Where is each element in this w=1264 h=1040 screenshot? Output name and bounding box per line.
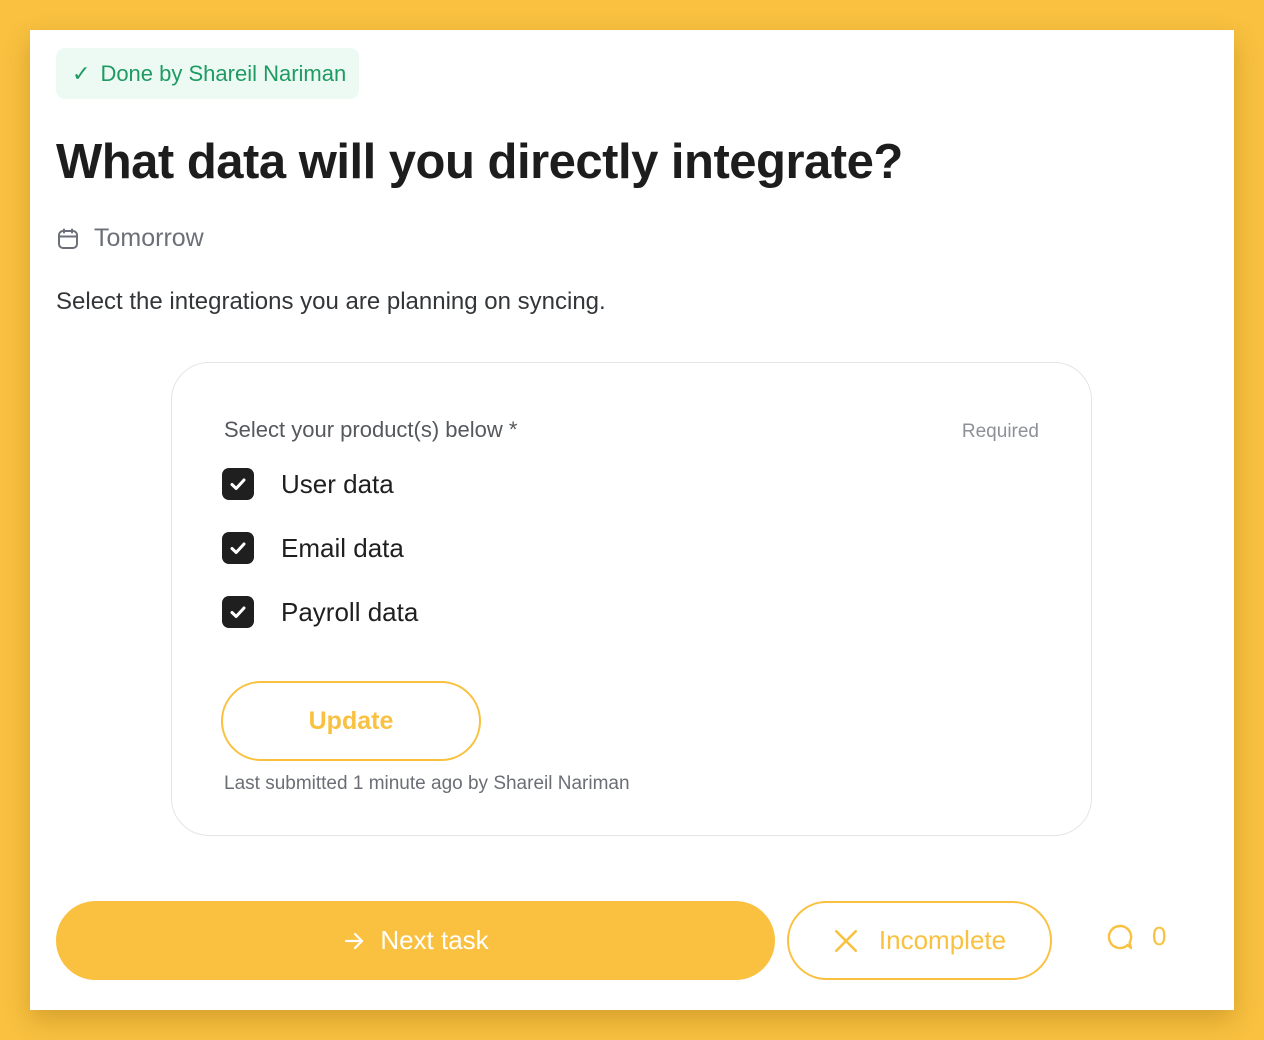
option-email-data[interactable]: Email data	[222, 532, 404, 564]
option-label: User data	[281, 468, 394, 499]
incomplete-button[interactable]: Incomplete	[787, 901, 1052, 980]
checkbox-user-data[interactable]	[222, 468, 254, 500]
comments-button[interactable]: 0	[1106, 921, 1166, 952]
status-label: Done by Shareil Nariman	[100, 60, 347, 86]
next-task-label: Next task	[380, 925, 489, 955]
next-task-button[interactable]: Next task	[56, 901, 775, 980]
comment-icon	[1107, 924, 1133, 949]
page-title: What data will you directly integrate?	[56, 135, 903, 189]
last-submitted-text: Last submitted 1 minute ago by Shareil N…	[224, 773, 630, 794]
task-card: ✓ Done by Shareil Nariman What data will…	[30, 30, 1234, 1010]
required-indicator: Required	[961, 421, 1039, 442]
checkmark-icon	[230, 478, 246, 490]
update-button[interactable]: Update	[221, 681, 481, 761]
arrow-right-icon	[345, 932, 364, 949]
option-payroll-data[interactable]: Payroll data	[222, 596, 418, 628]
checkmark-icon	[230, 606, 246, 618]
check-icon: ✓	[72, 60, 91, 86]
due-date-label: Tomorrow	[94, 224, 204, 252]
checkbox-payroll-data[interactable]	[222, 596, 254, 628]
comment-count: 0	[1152, 921, 1167, 951]
checkmark-icon	[230, 542, 246, 554]
due-date: Tomorrow	[56, 224, 204, 253]
option-label: Email data	[281, 532, 404, 563]
product-form: Select your product(s) below * Required …	[171, 362, 1092, 836]
task-description: Select the integrations you are planning…	[56, 288, 606, 315]
form-label: Select your product(s) below *	[224, 417, 518, 442]
option-label: Payroll data	[281, 596, 419, 627]
option-user-data[interactable]: User data	[222, 468, 394, 500]
close-icon	[834, 929, 857, 952]
calendar-icon	[58, 228, 78, 249]
incomplete-label: Incomplete	[878, 925, 1007, 955]
status-badge: ✓ Done by Shareil Nariman	[56, 48, 360, 99]
checkbox-email-data[interactable]	[222, 532, 254, 564]
